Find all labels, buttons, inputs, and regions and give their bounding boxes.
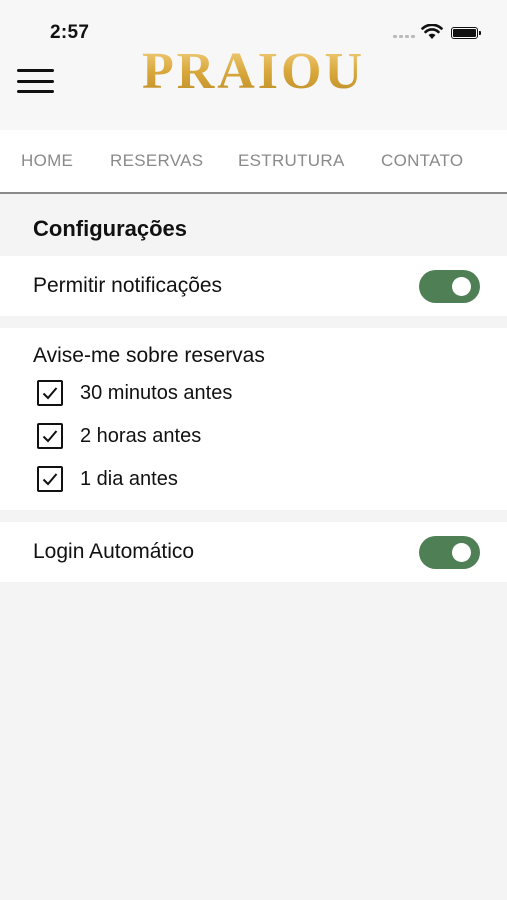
checkbox[interactable]	[37, 423, 63, 449]
reminders-title: Avise-me sobre reservas	[33, 344, 265, 367]
cellular-signal-icon	[393, 35, 415, 38]
top-nav: HOME RESERVAS ESTRUTURA CONTATO	[0, 130, 507, 194]
nav-estrutura[interactable]: ESTRUTURA	[238, 151, 345, 171]
status-time: 2:57	[50, 22, 90, 43]
app-header: PRAIOU	[0, 43, 507, 130]
battery-icon	[451, 27, 481, 39]
logo: PRAIOU	[0, 42, 507, 101]
auto-login-toggle[interactable]	[419, 536, 480, 569]
reminder-option-label: 1 dia antes	[80, 467, 178, 490]
checkbox[interactable]	[37, 380, 63, 406]
reminder-option-30min[interactable]: 30 minutos antes	[37, 380, 232, 406]
settings-header: Configurações	[0, 194, 507, 256]
reminder-option-2h[interactable]: 2 horas antes	[37, 423, 201, 449]
auto-login-label: Login Automático	[33, 540, 195, 563]
reminder-option-label: 30 minutos antes	[80, 381, 233, 404]
reminder-option-1d[interactable]: 1 dia antes	[37, 466, 178, 492]
reminders-section: Avise-me sobre reservas 30 minutos antes…	[0, 328, 507, 510]
checkmark-icon	[42, 430, 58, 443]
nav-home[interactable]: HOME	[21, 151, 73, 171]
checkmark-icon	[42, 473, 58, 486]
reminder-option-label: 2 horas antes	[80, 424, 202, 447]
nav-contato[interactable]: CONTATO	[381, 151, 463, 171]
notifications-toggle[interactable]	[419, 270, 480, 303]
checkmark-icon	[42, 387, 58, 400]
page-title: Configurações	[33, 216, 188, 241]
auto-login-row: Login Automático	[0, 522, 507, 582]
notifications-row: Permitir notificações	[0, 256, 507, 316]
checkbox[interactable]	[37, 466, 63, 492]
wifi-icon	[421, 24, 443, 39]
notifications-label: Permitir notificações	[33, 274, 223, 297]
nav-reservas[interactable]: RESERVAS	[110, 151, 203, 171]
